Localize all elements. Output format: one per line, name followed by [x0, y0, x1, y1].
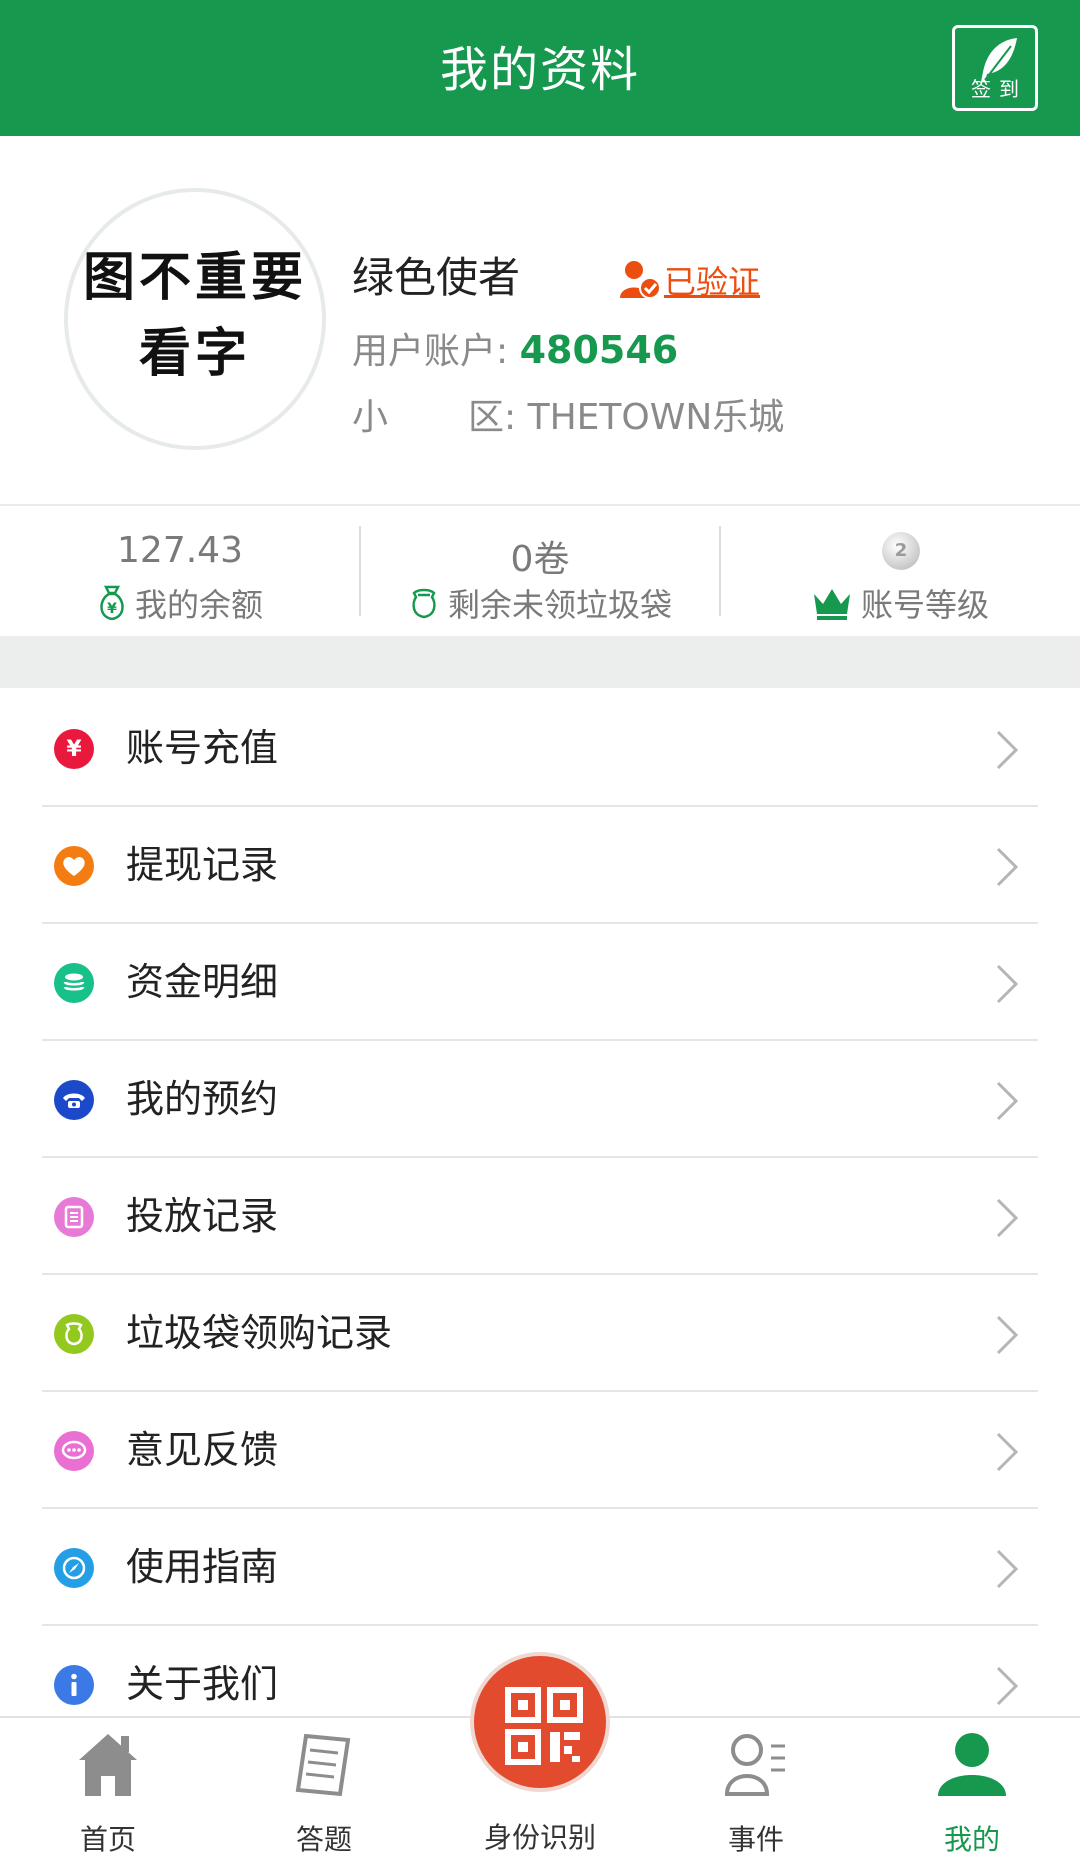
avatar-text-line-2: 看字: [138, 323, 251, 384]
menu-item-label: 我的预约: [126, 1077, 279, 1121]
menu-item-withdraw-records[interactable]: 提现记录: [0, 807, 1080, 924]
community-label-part-1: 小: [352, 397, 389, 438]
menu-item-feedback[interactable]: 意见反馈: [0, 1392, 1080, 1509]
nav-events[interactable]: 事件: [656, 1718, 856, 1862]
chat-icon: [54, 1431, 94, 1471]
balance-label: 我的余额: [134, 586, 263, 624]
menu-item-label: 垃圾袋领购记录: [126, 1311, 393, 1355]
identity-scan-button[interactable]: [470, 1652, 610, 1792]
bag-icon: [54, 1314, 94, 1354]
nav-quiz[interactable]: 答题: [224, 1718, 424, 1862]
account-label: 用户账户: [352, 331, 497, 372]
garbage-bag-icon: [408, 587, 440, 619]
document-icon: [54, 1197, 94, 1237]
money-bag-icon: ¥: [97, 585, 127, 621]
quiz-document-icon: [295, 1733, 351, 1797]
heart-icon: [54, 846, 94, 886]
qr-code-icon: [505, 1687, 583, 1765]
profile-page: 我的资料 签到 图不重要 看字 绿色使者 已验证 用户账户: 480546 小 区…: [0, 0, 1080, 1862]
verified-user-icon: [620, 261, 661, 299]
menu-item-label: 意见反馈: [126, 1428, 279, 1472]
balance-label-row: ¥ 我的余额: [0, 580, 360, 626]
level-label: 账号等级: [860, 586, 989, 624]
menu-item-label: 投放记录: [126, 1194, 279, 1238]
nav-mine[interactable]: 我的: [872, 1718, 1072, 1862]
account-value: 480546: [519, 328, 679, 372]
sign-in-button[interactable]: 签到: [952, 25, 1038, 111]
menu-item-label: 账号充值: [126, 726, 279, 770]
nav-events-label: 事件: [727, 1823, 784, 1856]
user-icon: [938, 1733, 1006, 1796]
page-title: 我的资料: [439, 42, 640, 98]
menu-item-user-guide[interactable]: 使用指南: [0, 1509, 1080, 1626]
chevron-right-icon: [996, 1081, 1019, 1121]
avatar-image-text: 图不重要 看字: [68, 240, 322, 392]
section-separator: [0, 636, 1080, 688]
chevron-right-icon: [996, 964, 1019, 1004]
chevron-right-icon: [996, 1432, 1019, 1472]
balance-stat[interactable]: 127.43 ¥ 我的余额: [0, 506, 360, 636]
account-colon: :: [496, 331, 509, 372]
verified-badge[interactable]: 已验证: [618, 258, 760, 302]
verified-label: 已验证: [664, 263, 761, 301]
identity-scan-label: 身份识别: [483, 1821, 596, 1854]
level-badge-icon: 2: [882, 532, 920, 570]
account-line: 用户账户: 480546: [352, 322, 678, 374]
menu-item-label: 使用指南: [126, 1545, 279, 1589]
nav-mine-label: 我的: [943, 1823, 1000, 1856]
nav-home[interactable]: 首页: [8, 1718, 208, 1862]
community-colon: :: [504, 397, 517, 438]
community-label-part-2: 区: [468, 397, 505, 438]
community-line: 小 区: THETOWN乐城: [352, 388, 784, 440]
phone-icon: [54, 1080, 94, 1120]
coins-icon: [54, 963, 94, 1003]
avatar[interactable]: 图不重要 看字: [64, 188, 326, 450]
home-icon: [79, 1734, 137, 1796]
chevron-right-icon: [996, 847, 1019, 887]
info-icon: [54, 1665, 94, 1705]
menu-item-label: 提现记录: [126, 843, 279, 887]
chevron-right-icon: [996, 730, 1019, 770]
chevron-right-icon: [996, 1666, 1019, 1706]
nav-quiz-label: 答题: [295, 1823, 352, 1856]
bags-label: 剩余未领垃圾袋: [447, 586, 672, 624]
menu-item-recharge[interactable]: ¥ 账号充值: [0, 690, 1080, 807]
avatar-text-line-1: 图不重要: [82, 247, 307, 308]
chevron-right-icon: [996, 1549, 1019, 1589]
compass-icon: [54, 1548, 94, 1588]
svg-text:¥: ¥: [107, 601, 117, 617]
account-level-stat[interactable]: 账号等级: [720, 506, 1080, 636]
yen-icon: ¥: [54, 729, 94, 769]
sign-in-label: 签到: [971, 77, 1027, 101]
menu-item-bag-purchase-records[interactable]: 垃圾袋领购记录: [0, 1275, 1080, 1392]
person-list-icon: [724, 1734, 785, 1796]
nickname: 绿色使者: [352, 253, 521, 302]
top-app-bar: 我的资料 签到: [0, 0, 1080, 136]
community-value: THETOWN乐城: [527, 397, 785, 438]
garbage-bags-stat[interactable]: 0卷 剩余未领垃圾袋: [360, 506, 720, 636]
menu-item-disposal-records[interactable]: 投放记录: [0, 1158, 1080, 1275]
level-label-row: 账号等级: [720, 580, 1080, 626]
nav-home-label: 首页: [79, 1823, 136, 1856]
chevron-right-icon: [996, 1315, 1019, 1355]
bags-value: 0卷: [510, 539, 570, 580]
menu-item-label: 资金明细: [126, 960, 279, 1004]
crown-icon: [811, 586, 853, 620]
menu-item-fund-details[interactable]: 资金明细: [0, 924, 1080, 1041]
menu-item-my-appointments[interactable]: 我的预约: [0, 1041, 1080, 1158]
balance-value: 127.43: [117, 530, 243, 571]
bags-label-row: 剩余未领垃圾袋: [360, 580, 720, 626]
chevron-right-icon: [996, 1198, 1019, 1238]
